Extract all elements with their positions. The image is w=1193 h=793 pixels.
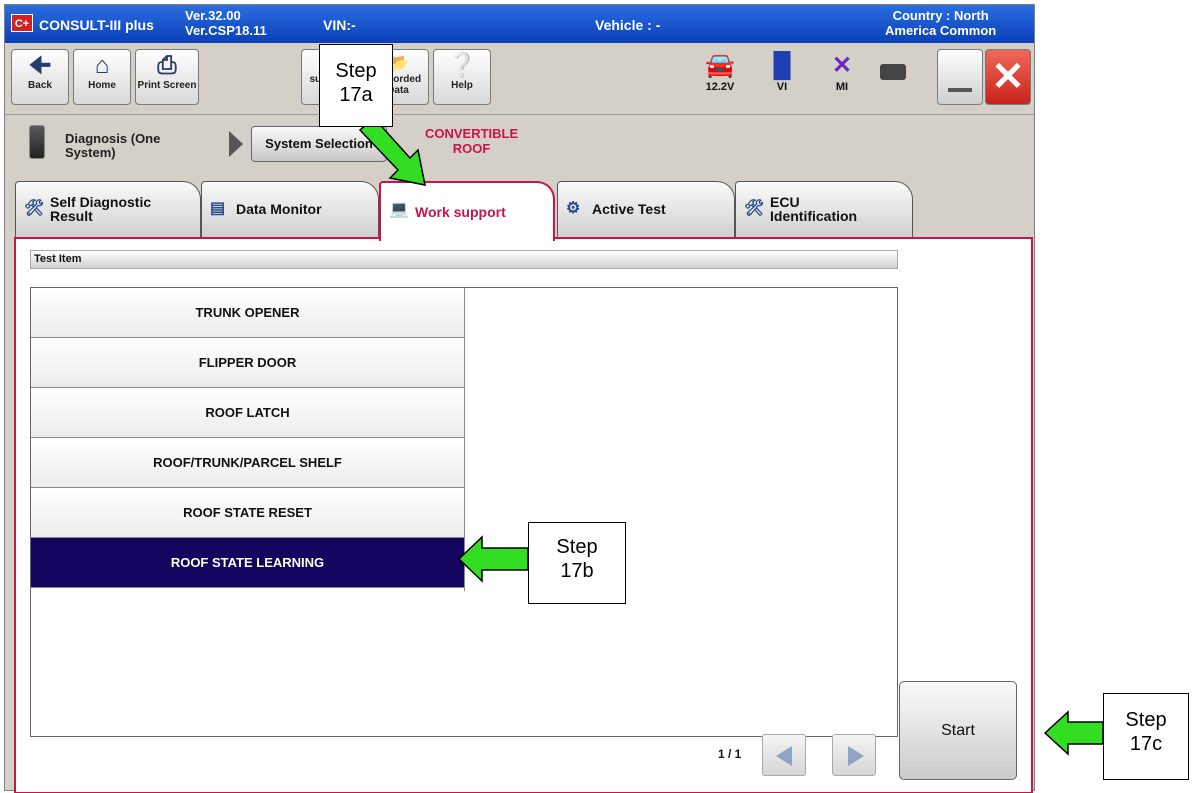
step-17c-line-2: 17c <box>1129 733 1163 755</box>
step-17a-arrow-icon <box>358 116 426 186</box>
step-17c-line-1: Step <box>1125 709 1167 731</box>
step-17b-line-2: 17b <box>560 560 594 582</box>
step-17a-callout: Step 17a <box>319 44 393 127</box>
step-17a-line-2: 17a <box>339 84 373 106</box>
annotation-arrows <box>358 116 1104 756</box>
step-17b-arrow-icon <box>457 535 529 583</box>
step-17b-callout: Step 17b <box>528 522 626 604</box>
step-17b-line-1: Step <box>556 536 598 558</box>
step-17c-arrow-icon <box>1043 710 1104 756</box>
step-17a-line-1: Step <box>335 60 377 82</box>
step-17c-callout: Step 17c <box>1103 693 1189 780</box>
